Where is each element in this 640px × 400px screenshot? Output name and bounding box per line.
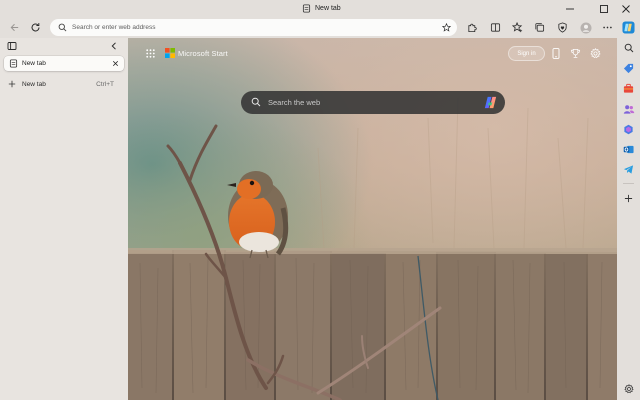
minimize-icon (566, 8, 574, 9)
tab-label: New tab (22, 60, 46, 67)
refresh-button[interactable] (28, 20, 43, 35)
tab-new-tab[interactable]: New tab (4, 56, 124, 71)
settings-icon (623, 383, 634, 393)
split-screen-button[interactable] (488, 20, 503, 35)
ntp-header: Microsoft Start Sign in (128, 38, 617, 68)
favorites-button[interactable] (510, 20, 525, 35)
collections-icon (535, 23, 545, 32)
more-button[interactable] (600, 20, 615, 35)
browser-essentials-icon (558, 22, 567, 33)
copilot-sidebar-button[interactable] (621, 20, 636, 35)
address-input[interactable] (72, 21, 432, 34)
maximize-icon (600, 4, 608, 13)
phone-icon (552, 47, 560, 59)
copilot-icon (622, 21, 635, 34)
sidebar-divider (623, 183, 634, 184)
minimize-button[interactable] (555, 0, 585, 17)
right-sidebar (617, 17, 640, 400)
web-search-box[interactable] (241, 91, 505, 114)
tools-button[interactable] (621, 81, 636, 96)
microsoft365-icon (624, 124, 633, 135)
favorite-star-icon[interactable] (442, 23, 451, 32)
telegram-button[interactable] (621, 162, 636, 177)
page-settings-button[interactable] (588, 46, 602, 60)
add-icon (8, 80, 16, 88)
shopping-button[interactable] (621, 61, 636, 76)
people-icon (623, 105, 634, 114)
window-title: New tab (302, 2, 341, 15)
rewards-button[interactable] (568, 46, 582, 60)
close-icon (622, 4, 630, 13)
title-bar: New tab (0, 0, 640, 17)
app-launcher-button[interactable] (146, 49, 155, 58)
phone-button[interactable] (549, 46, 563, 60)
window-title-text: New tab (315, 5, 341, 12)
favorites-icon (512, 22, 523, 33)
tab-actions-icon (7, 42, 17, 50)
search-icon (58, 23, 67, 32)
people-button[interactable] (621, 102, 636, 117)
profile-icon (580, 22, 591, 33)
profile-button[interactable] (578, 20, 593, 35)
tab-page-icon (9, 59, 18, 68)
customize-sidebar-button[interactable] (621, 381, 636, 396)
back-arrow-icon (10, 23, 19, 32)
telegram-icon (623, 165, 634, 174)
add-app-button[interactable] (621, 191, 636, 206)
shopping-icon (623, 63, 634, 74)
close-window-button[interactable] (612, 0, 640, 17)
collapse-pane-button[interactable] (109, 41, 119, 51)
tab-actions-button[interactable] (7, 41, 17, 51)
chevron-left-icon (111, 42, 116, 50)
split-screen-icon (490, 23, 501, 32)
gear-icon (589, 47, 601, 58)
new-tab-label: New tab (22, 81, 46, 88)
toolbar (0, 17, 640, 38)
app-launcher-icon (146, 49, 155, 58)
extensions-button[interactable] (465, 20, 480, 35)
trophy-icon (570, 48, 580, 58)
sidebar-search-button[interactable] (621, 40, 636, 55)
sign-in-button[interactable]: Sign in (508, 46, 545, 61)
more-icon (603, 26, 612, 29)
new-tab-page: Microsoft Start Sign in (128, 38, 617, 400)
new-tab-shortcut: Ctrl+T (96, 81, 114, 88)
brand-name[interactable]: Microsoft Start (178, 49, 228, 58)
tools-icon (623, 83, 634, 93)
web-search-input[interactable] (268, 96, 468, 109)
sidebar-search-icon (624, 43, 633, 52)
copilot-icon[interactable] (483, 95, 498, 110)
new-tab-button[interactable]: New tab Ctrl+T (4, 77, 124, 91)
outlook-button[interactable] (621, 142, 636, 157)
microsoft-logo-icon (165, 48, 175, 58)
collections-button[interactable] (532, 20, 547, 35)
search-icon (251, 97, 261, 107)
browser-essentials-button[interactable] (555, 20, 570, 35)
close-tab-icon[interactable] (111, 59, 120, 68)
microsoft365-button[interactable] (621, 122, 636, 137)
refresh-icon (31, 23, 40, 32)
outlook-icon (623, 145, 634, 154)
vertical-tabs-pane: New tab New tab Ctrl+T (0, 38, 128, 400)
back-button[interactable] (7, 20, 22, 35)
address-bar[interactable] (50, 19, 457, 36)
add-icon (624, 194, 633, 203)
tab-page-icon (302, 4, 311, 13)
extensions-icon (468, 23, 477, 33)
tabs-pane-header (0, 38, 128, 54)
